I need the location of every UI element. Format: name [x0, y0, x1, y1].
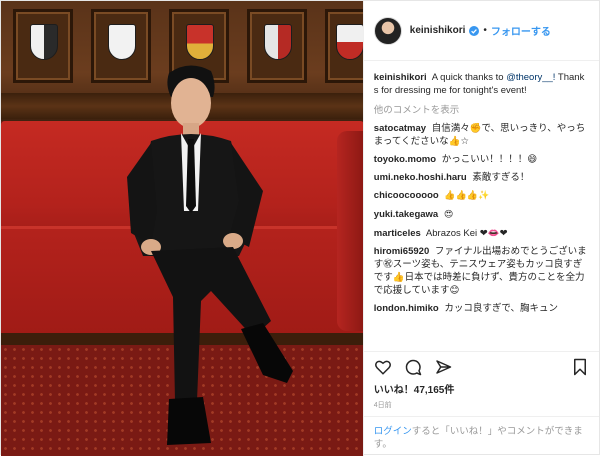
post-side-panel: keinishikori • フォローする keinishikori A qui…: [362, 1, 599, 456]
comment-username[interactable]: umi.neko.hoshi.haru: [374, 172, 467, 183]
comment-username[interactable]: london.himiko: [374, 303, 439, 314]
comment-text: 😍: [443, 210, 454, 220]
comment-item: marticeles Abrazos Kei ❤👄❤: [374, 227, 589, 240]
comment-text: 素敵すぎる！: [472, 172, 530, 183]
comment-text: かっこいい！！！！😄: [441, 154, 538, 165]
caption-mention[interactable]: @theory__!: [506, 72, 555, 83]
post-date[interactable]: 4日前: [364, 396, 599, 416]
post-header: keinishikori • フォローする: [363, 1, 599, 61]
comment-username[interactable]: satocatmay: [374, 123, 426, 134]
comment-item: chicoocooooo 👍👍👍✨: [374, 189, 589, 203]
comment-item: yuki.takegawa 😍: [374, 208, 589, 222]
caption: keinishikori A quick thanks to @theory__…: [374, 71, 589, 97]
comment-text: 👍👍👍✨: [444, 191, 490, 201]
login-link[interactable]: ログイン: [374, 426, 412, 437]
instagram-post: keinishikori • フォローする keinishikori A qui…: [0, 0, 600, 456]
separator-dot: •: [483, 25, 487, 36]
caption-username[interactable]: keinishikori: [374, 72, 427, 83]
comment-username[interactable]: hiromi65920: [374, 246, 429, 257]
load-more-comments-link[interactable]: 他のコメントを表示: [374, 102, 589, 116]
follow-button[interactable]: フォローする: [491, 23, 551, 38]
comment-username[interactable]: toyoko.momo: [374, 154, 436, 165]
comment-item: umi.neko.hoshi.haru 素敵すぎる！: [374, 171, 589, 184]
comment-item: hiromi65920 ファイナル出場おめでとうございます㊗スーツ姿も、テニスウ…: [374, 245, 589, 297]
comment-item: toyoko.momo かっこいい！！！！😄: [374, 153, 589, 166]
comment-username[interactable]: marticeles: [374, 228, 421, 239]
man-in-suit-figure: [127, 65, 293, 445]
avatar[interactable]: [373, 16, 402, 45]
action-bar: [363, 351, 599, 381]
post-photo[interactable]: [1, 1, 363, 456]
verified-badge-icon: [469, 25, 480, 36]
bookmark-icon[interactable]: [571, 358, 589, 376]
caption-text-before: A quick thanks to: [431, 72, 504, 83]
heart-icon[interactable]: [374, 358, 392, 376]
likes-number: 47,165件: [413, 385, 455, 396]
likes-count[interactable]: いいね！47,165件: [364, 381, 599, 396]
comment-username[interactable]: chicoocooooo: [374, 190, 439, 201]
comment-item: satocatmay 自信満々✊で、思いっきり、やっちまってくださいな👍☆: [374, 122, 589, 148]
comments-section: keinishikori A quick thanks to @theory__…: [364, 61, 599, 351]
header-username[interactable]: keinishikori: [410, 25, 466, 36]
comment-text: Abrazos Kei ❤👄❤: [425, 228, 508, 239]
comment-text: カッコ良すぎで、胸キュン: [444, 303, 558, 314]
comment-item: london.himiko カッコ良すぎで、胸キュン: [374, 302, 589, 315]
likes-label: いいね！: [373, 385, 414, 396]
comment-icon[interactable]: [404, 358, 422, 376]
comment-username[interactable]: yuki.takegawa: [374, 209, 438, 220]
login-prompt: ログインすると「いいね！」やコメントができます。: [363, 416, 599, 456]
share-icon[interactable]: [434, 358, 452, 376]
